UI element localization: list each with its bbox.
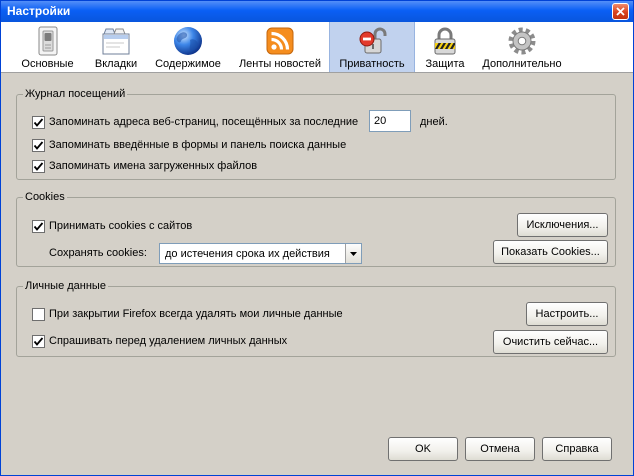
exceptions-button[interactable]: Исключения... bbox=[517, 213, 608, 237]
pane-toolbar: Основные Вкладки Содержимое Ленты новост… bbox=[1, 22, 633, 73]
keep-cookies-select[interactable]: до истечения срока их действия bbox=[159, 243, 362, 264]
tab-label: Содержимое bbox=[155, 58, 221, 70]
preferences-window: Настройки Основные Вкладки Содержимое Ле… bbox=[0, 0, 634, 476]
general-icon bbox=[32, 25, 64, 57]
history-legend: Журнал посещений bbox=[23, 87, 128, 101]
clear-on-close-row: При закрытии Firefox всегда удалять мои … bbox=[32, 305, 343, 323]
private-data-group: Личные данные При закрытии Firefox всегд… bbox=[16, 279, 616, 357]
keep-cookies-label: Сохранять cookies: bbox=[49, 247, 147, 259]
privacy-icon bbox=[356, 25, 388, 57]
ask-before-clear-label: Спрашивать перед удалением личных данных bbox=[49, 335, 288, 347]
clear-on-close-label: При закрытии Firefox всегда удалять мои … bbox=[49, 308, 343, 320]
remember-pages-row: Запоминать адреса веб-страниц, посещённы… bbox=[32, 113, 358, 131]
remember-downloads-row: Запоминать имена загруженных файлов bbox=[32, 157, 257, 175]
content-icon bbox=[172, 25, 204, 57]
cookies-group: Cookies Принимать cookies с сайтов Исклю… bbox=[16, 190, 616, 267]
clear-now-button[interactable]: Очистить сейчас... bbox=[493, 330, 608, 354]
tab-privacy[interactable]: Приватность bbox=[329, 22, 415, 72]
close-button[interactable] bbox=[612, 3, 629, 20]
tabs-icon bbox=[100, 25, 132, 57]
cookies-legend: Cookies bbox=[23, 190, 67, 204]
accept-cookies-row: Принимать cookies с сайтов bbox=[32, 217, 192, 235]
show-cookies-button[interactable]: Показать Cookies... bbox=[493, 240, 608, 264]
keep-cookies-value: до истечения срока их действия bbox=[165, 247, 330, 260]
tab-content[interactable]: Содержимое bbox=[145, 22, 231, 72]
window-title: Настройки bbox=[7, 4, 71, 18]
feeds-icon bbox=[264, 25, 296, 57]
remember-pages-label: Запоминать адреса веб-страниц, посещённы… bbox=[49, 116, 359, 128]
remember-forms-checkbox[interactable] bbox=[32, 138, 45, 152]
ok-button[interactable]: OK bbox=[388, 437, 458, 461]
private-data-settings-button[interactable]: Настроить... bbox=[526, 302, 608, 326]
tab-feeds[interactable]: Ленты новостей bbox=[231, 22, 329, 72]
history-days-suffix: дней. bbox=[420, 116, 448, 128]
clear-on-close-checkbox[interactable] bbox=[32, 307, 45, 321]
close-icon bbox=[616, 7, 625, 16]
remember-pages-checkbox[interactable] bbox=[32, 115, 45, 129]
tab-security[interactable]: Защита bbox=[415, 22, 475, 72]
tab-label: Ленты новостей bbox=[238, 58, 322, 70]
private-data-legend: Личные данные bbox=[23, 279, 108, 293]
tab-label: Дополнительно bbox=[482, 58, 562, 70]
tab-advanced[interactable]: Дополнительно bbox=[475, 22, 569, 72]
tab-label: Основные bbox=[21, 58, 74, 70]
remember-downloads-checkbox[interactable] bbox=[32, 159, 45, 173]
ask-before-clear-checkbox[interactable] bbox=[32, 334, 45, 348]
tab-label: Вкладки bbox=[94, 58, 138, 70]
tab-label: Приватность bbox=[339, 58, 405, 70]
window-titlebar: Настройки bbox=[1, 1, 633, 22]
tab-label: Защита bbox=[425, 58, 465, 70]
tab-tabs[interactable]: Вкладки bbox=[87, 22, 145, 72]
tab-general[interactable]: Основные bbox=[8, 22, 87, 72]
advanced-icon bbox=[506, 25, 538, 57]
remember-downloads-label: Запоминать имена загруженных файлов bbox=[49, 160, 258, 172]
history-days-input[interactable] bbox=[369, 110, 411, 132]
ask-before-clear-row: Спрашивать перед удалением личных данных bbox=[32, 332, 287, 350]
history-group: Журнал посещений Запоминать адреса веб-с… bbox=[16, 87, 616, 180]
help-button[interactable]: Справка bbox=[542, 437, 612, 461]
accept-cookies-checkbox[interactable] bbox=[32, 219, 45, 233]
cancel-button[interactable]: Отмена bbox=[465, 437, 535, 461]
remember-forms-label: Запоминать введённые в формы и панель по… bbox=[49, 139, 347, 151]
accept-cookies-label: Принимать cookies с сайтов bbox=[49, 220, 193, 232]
remember-forms-row: Запоминать введённые в формы и панель по… bbox=[32, 136, 346, 154]
security-icon bbox=[429, 25, 461, 57]
select-arrow-icon[interactable] bbox=[345, 244, 361, 263]
